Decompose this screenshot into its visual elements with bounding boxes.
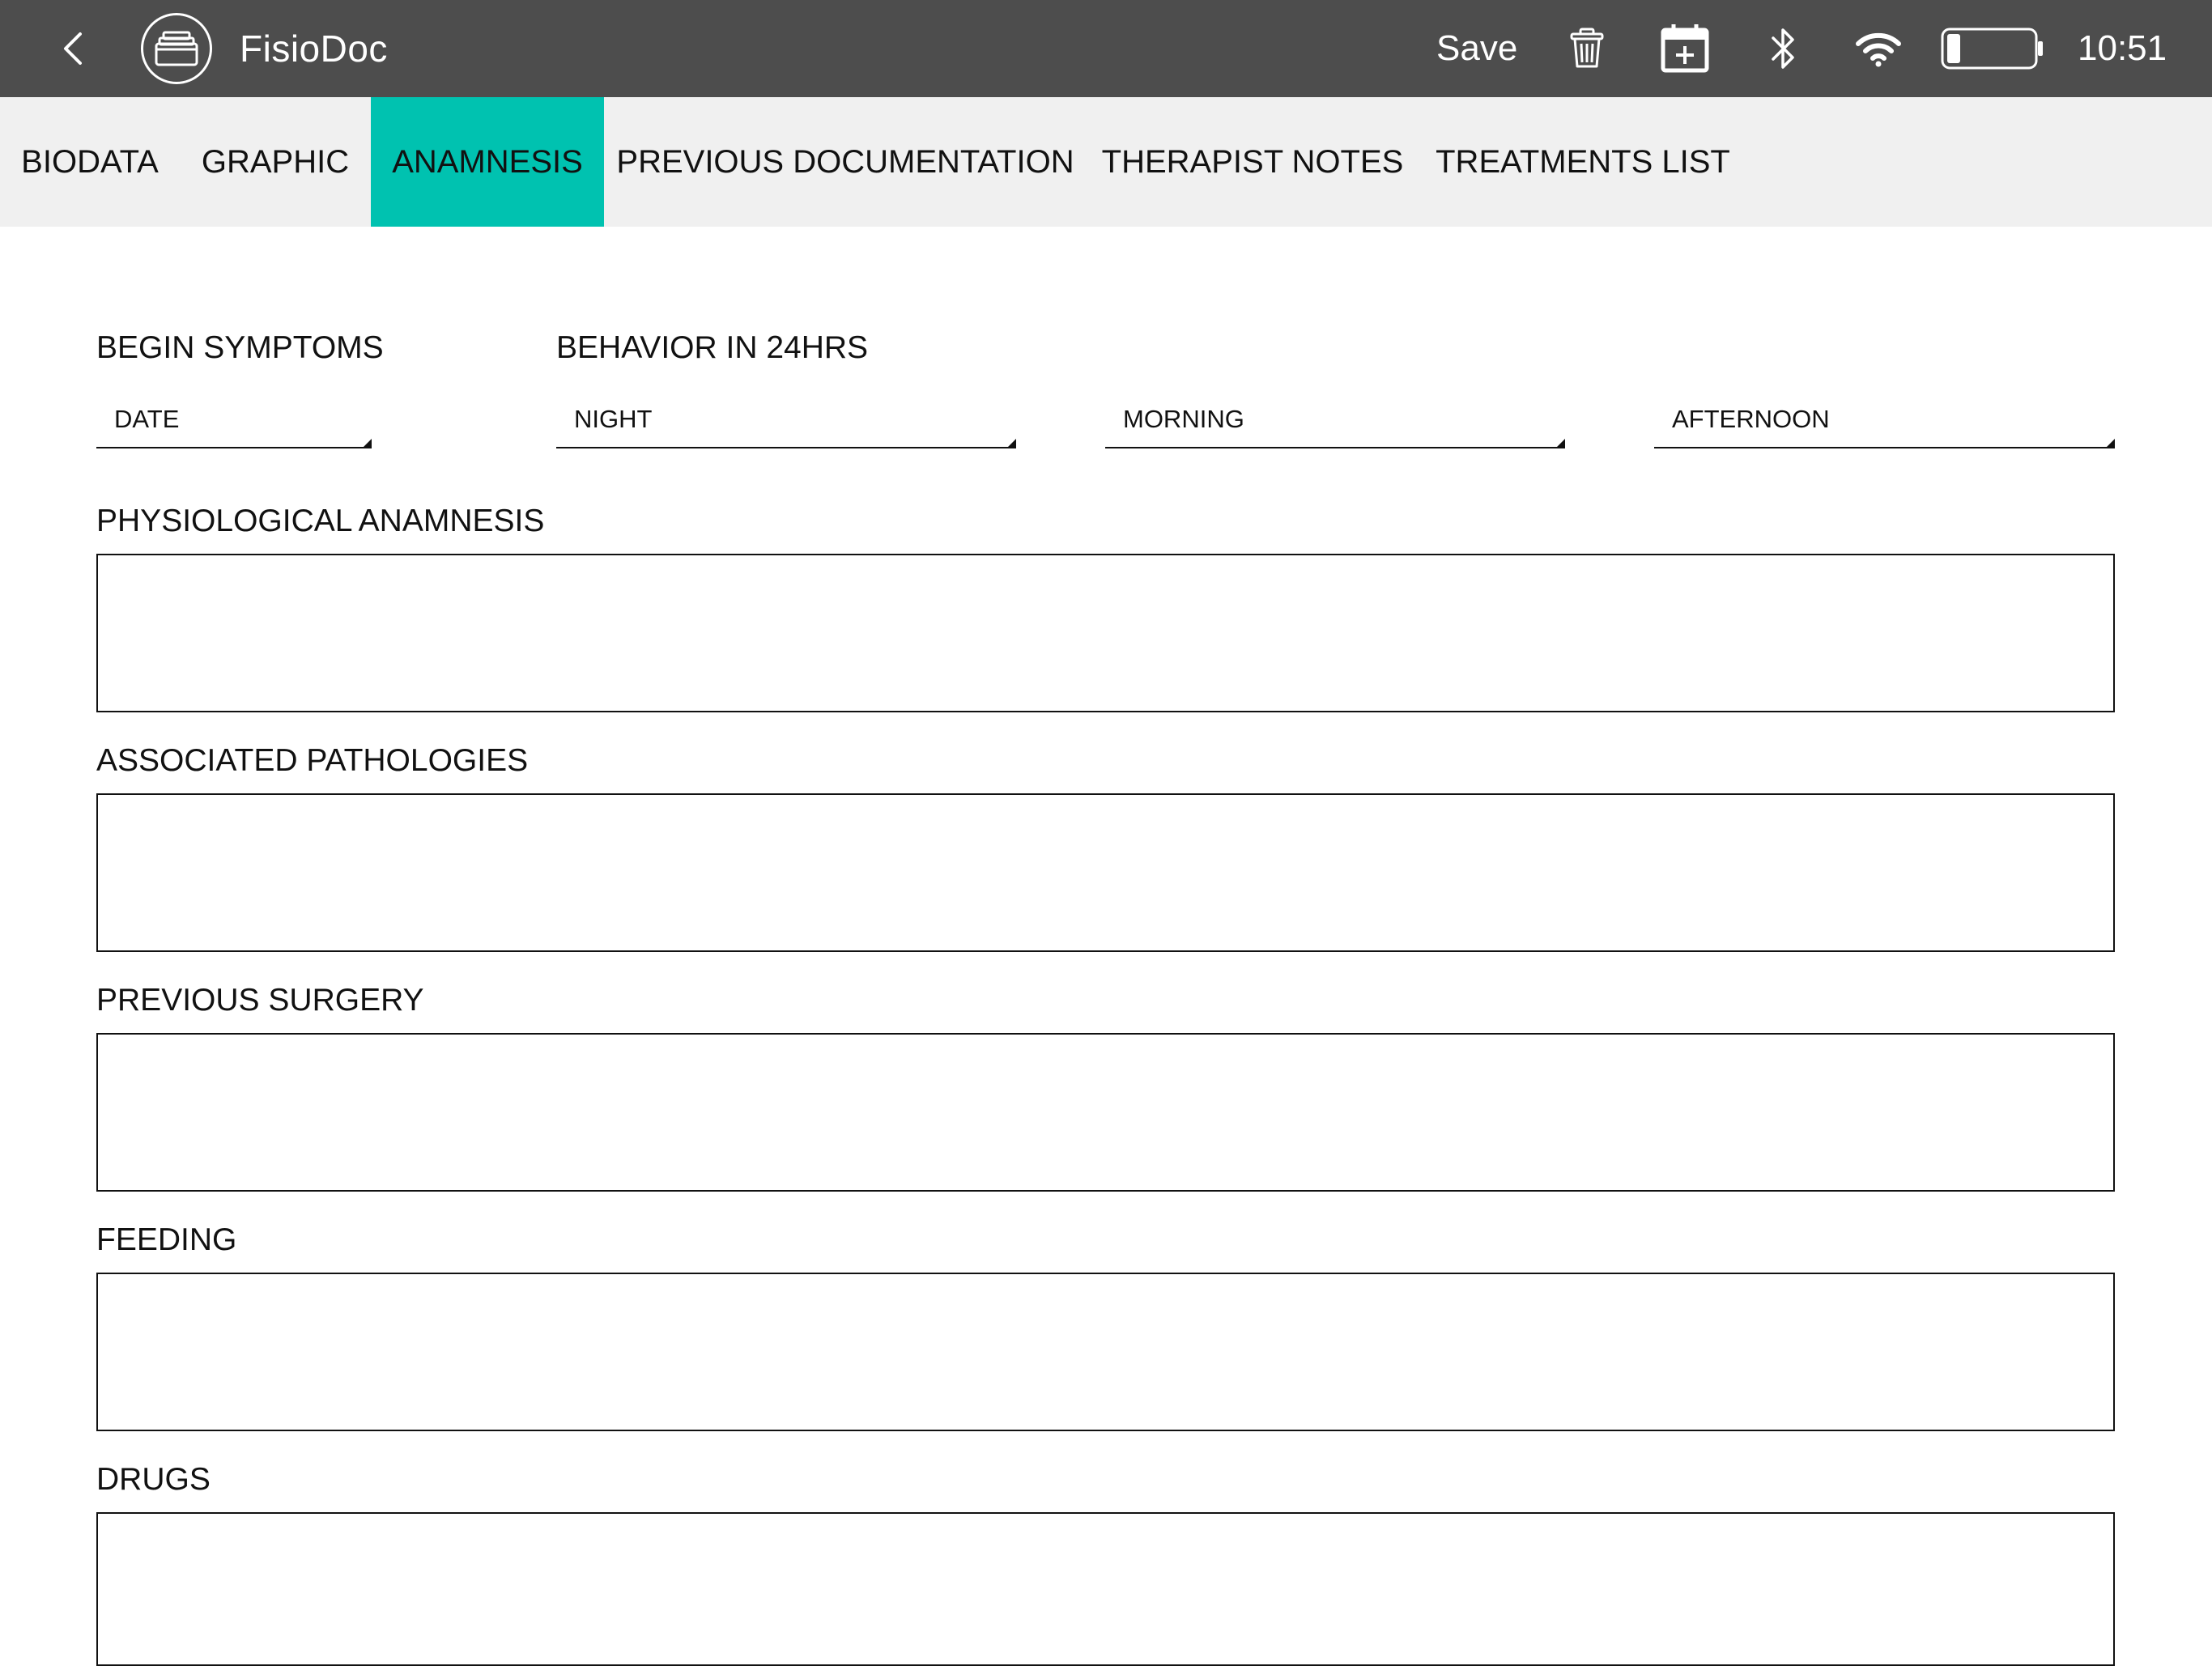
tab-bar: BIODATA GRAPHIC ANAMNESIS PREVIOUS DOCUM… (0, 97, 2212, 227)
previous-surgery-input[interactable] (96, 1033, 2115, 1192)
calendar-add-icon (1661, 24, 1709, 73)
associated-pathologies-label: ASSOCIATED PATHOLOGIES (96, 743, 529, 778)
previous-surgery-label: PREVIOUS SURGERY (96, 983, 424, 1018)
date-placeholder: DATE (114, 405, 180, 433)
wifi-icon (1856, 32, 1901, 67)
feeding-input[interactable] (96, 1273, 2115, 1431)
bluetooth-status (1765, 23, 1802, 74)
folder-tray-icon (155, 31, 198, 66)
begin-symptoms-date-field[interactable]: DATE (96, 400, 372, 448)
drugs-label: DRUGS (96, 1462, 211, 1497)
trash-icon (1570, 28, 1604, 68)
tab-graphic[interactable]: GRAPHIC (180, 97, 371, 227)
night-placeholder: NIGHT (574, 405, 653, 433)
dropdown-corner-icon (364, 439, 372, 447)
morning-placeholder: MORNING (1123, 405, 1244, 433)
dropdown-corner-icon (2107, 439, 2115, 447)
feeding-label: FEEDING (96, 1222, 237, 1257)
chevron-left-icon (64, 32, 82, 65)
tab-previous-documentation[interactable]: PREVIOUS DOCUMENTATION (604, 97, 1087, 227)
tab-biodata[interactable]: BIODATA (0, 97, 180, 227)
app-bar: FisioDoc Save 10:51 (0, 0, 2212, 97)
associated-pathologies-input[interactable] (96, 793, 2115, 952)
behavior-morning-select[interactable]: MORNING (1105, 400, 1565, 448)
behavior-night-select[interactable]: NIGHT (556, 400, 1016, 448)
add-appointment-button[interactable] (1658, 23, 1712, 74)
dropdown-corner-icon (1008, 439, 1016, 447)
battery-fill (1947, 34, 1960, 63)
app-logo (141, 13, 212, 84)
battery-icon (1941, 28, 2043, 70)
behavior-label: BEHAVIOR IN 24HRS (556, 330, 869, 365)
physiological-anamnesis-label: PHYSIOLOGICAL ANAMNESIS (96, 504, 545, 538)
begin-symptoms-label: BEGIN SYMPTOMS (96, 330, 384, 365)
bluetooth-icon (1772, 28, 1794, 69)
tab-treatments-list[interactable]: TREATMENTS LIST (1419, 97, 1747, 227)
battery-status (1940, 23, 2045, 74)
physiological-anamnesis-input[interactable] (96, 554, 2115, 712)
drugs-input[interactable] (96, 1512, 2115, 1666)
save-button[interactable]: Save (1436, 24, 1517, 73)
clock: 10:51 (2078, 28, 2167, 68)
tab-anamnesis[interactable]: ANAMNESIS (371, 97, 604, 227)
back-button[interactable] (50, 24, 96, 73)
afternoon-placeholder: AFTERNOON (1672, 405, 1830, 433)
wifi-status (1853, 23, 1904, 74)
dropdown-corner-icon (1557, 439, 1565, 447)
delete-button[interactable] (1563, 23, 1611, 74)
app-title: FisioDoc (240, 28, 388, 70)
behavior-afternoon-select[interactable]: AFTERNOON (1654, 400, 2115, 448)
tab-therapist-notes[interactable]: THERAPIST NOTES (1087, 97, 1419, 227)
